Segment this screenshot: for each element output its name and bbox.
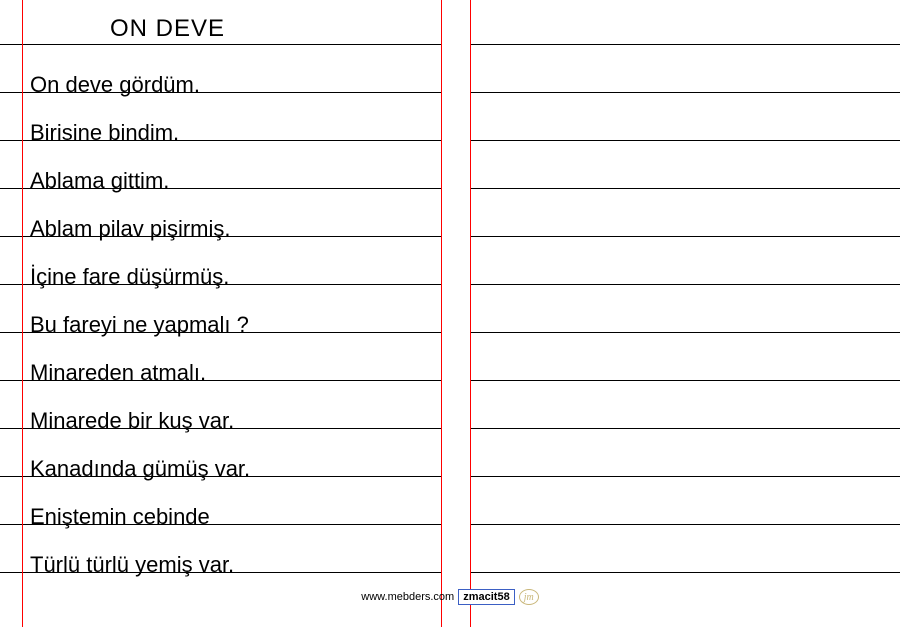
poem-content: ON DEVE On deve gördüm. Birisine bindim.…	[30, 15, 430, 589]
poem-line: On deve gördüm.	[30, 61, 430, 109]
poem-line: Ablama gittim.	[30, 157, 430, 205]
notebook-page: ON DEVE On deve gördüm. Birisine bindim.…	[0, 0, 900, 627]
ruled-line	[470, 44, 900, 45]
left-margin-rule	[22, 0, 23, 627]
footer-signature: jm	[519, 589, 539, 605]
center-margin-rule-left	[441, 0, 442, 627]
ruled-line	[470, 572, 900, 573]
poem-line: Bu fareyi ne yapmalı ?	[30, 301, 430, 349]
poem-line: Ablam pilav pişirmiş.	[30, 205, 430, 253]
center-margin-rule-right	[470, 0, 471, 627]
ruled-line	[470, 524, 900, 525]
ruled-line	[470, 236, 900, 237]
ruled-line	[470, 332, 900, 333]
poem-line: Eniştemin cebinde	[30, 493, 430, 541]
ruled-line	[470, 92, 900, 93]
poem-line: Minareden atmalı.	[30, 349, 430, 397]
ruled-line	[470, 428, 900, 429]
ruled-line	[470, 188, 900, 189]
poem-line: Birisine bindim.	[30, 109, 430, 157]
ruled-line	[470, 284, 900, 285]
footer-badge: zmacit58	[458, 589, 514, 605]
footer-url: www.mebders.com	[361, 591, 454, 603]
poem-line: Kanadında gümüş var.	[30, 445, 430, 493]
poem-line: Minarede bir kuş var.	[30, 397, 430, 445]
ruled-line	[470, 140, 900, 141]
poem-line: Türlü türlü yemiş var.	[30, 541, 430, 589]
poem-title: ON DEVE	[110, 15, 430, 43]
ruled-line	[470, 380, 900, 381]
poem-line: İçine fare düşürmüş.	[30, 253, 430, 301]
ruled-line	[470, 476, 900, 477]
footer: www.mebders.com zmacit58 jm	[0, 589, 900, 605]
